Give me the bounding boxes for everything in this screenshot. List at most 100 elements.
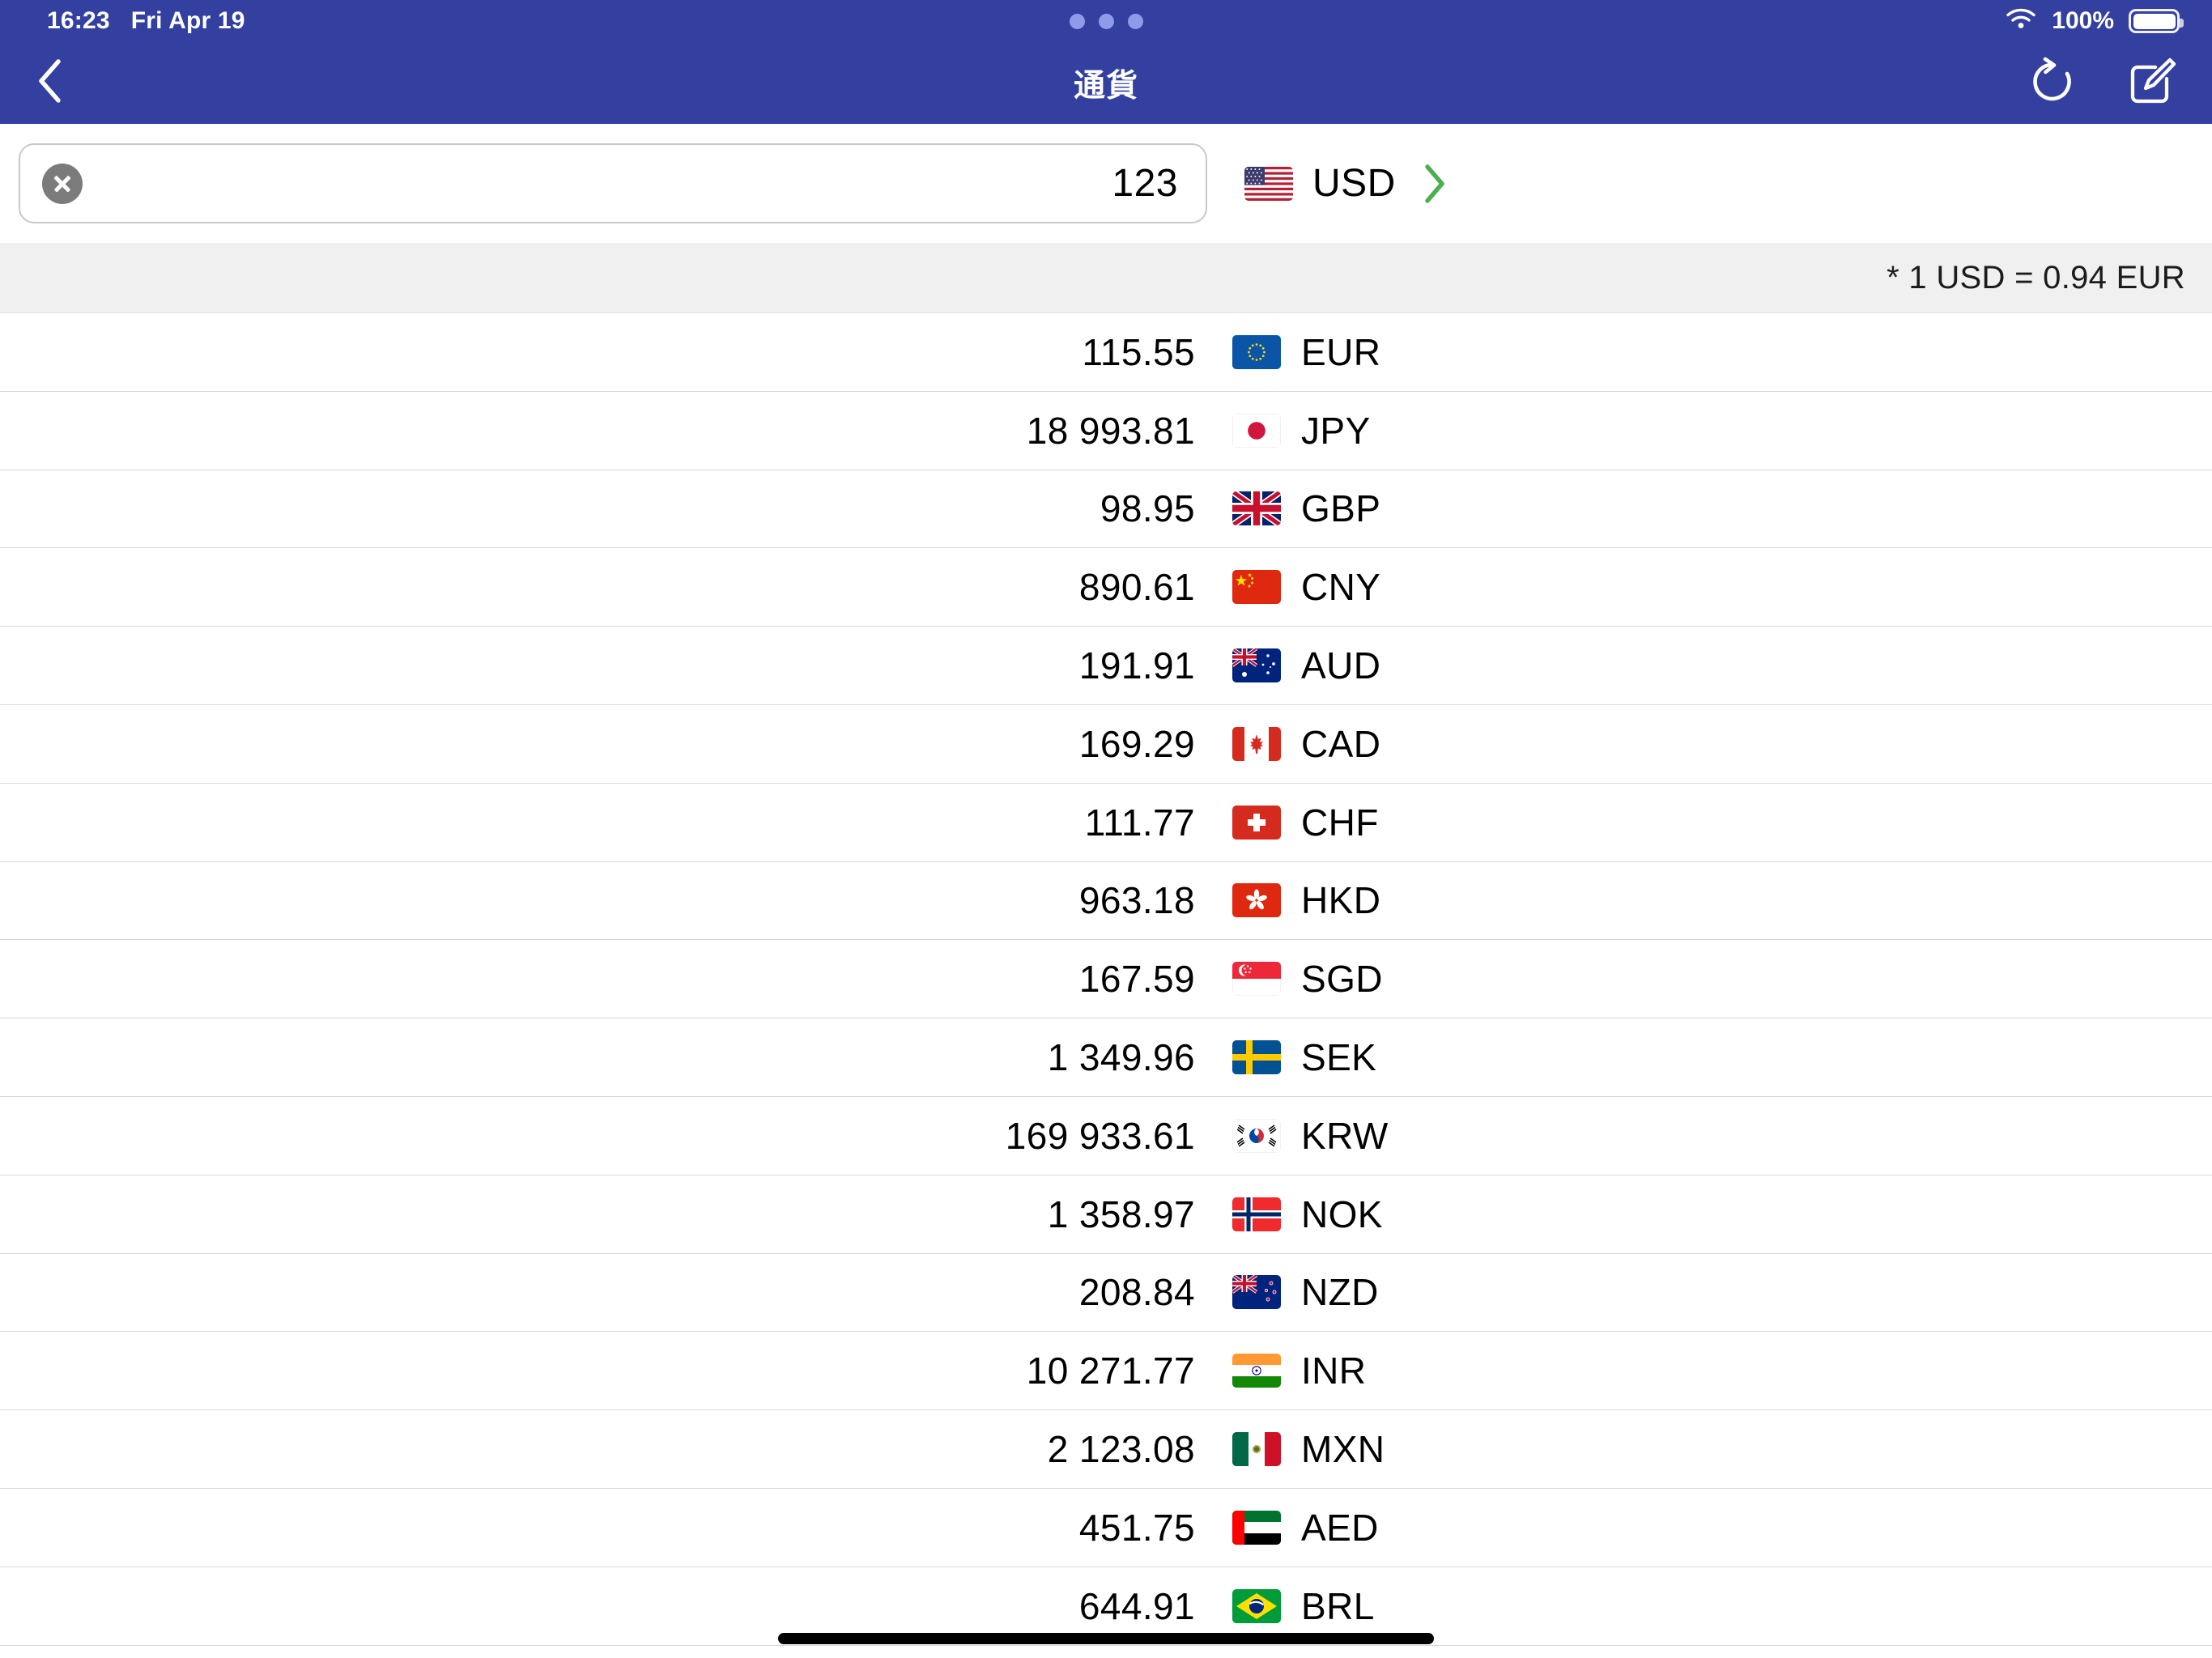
page-dot: [1128, 14, 1143, 29]
currency-row[interactable]: 1 358.97 NOK: [0, 1175, 2212, 1254]
flag-jp-icon: [1232, 414, 1281, 448]
currency-code: CAD: [1301, 722, 1380, 766]
currency-amount: 1 349.96: [0, 1035, 1195, 1079]
currency-amount: 890.61: [0, 565, 1195, 609]
page-title: 通貨: [0, 61, 2212, 106]
flag-ca-icon: [1232, 727, 1281, 761]
currency-amount: 451.75: [0, 1506, 1195, 1550]
battery-percent-label: 100%: [2052, 7, 2114, 35]
navigation-bar: 通貨: [0, 42, 2212, 124]
currency-code: SGD: [1301, 957, 1383, 1001]
base-currency-code: USD: [1312, 161, 1396, 206]
currency-row[interactable]: 115.55 EUR: [0, 313, 2212, 392]
exchange-rate-text: * 1 USD = 0.94 EUR: [1887, 260, 2185, 296]
currency-row[interactable]: 10 271.77 INR: [0, 1332, 2212, 1410]
currency-code: NOK: [1301, 1192, 1383, 1236]
currency-row[interactable]: 169.29 CAD: [0, 705, 2212, 784]
currency-row[interactable]: 169 933.61 KRW: [0, 1097, 2212, 1175]
currency-row[interactable]: 98.95 GBP: [0, 470, 2212, 549]
currency-row[interactable]: 1 349.96 SEK: [0, 1018, 2212, 1097]
currency-amount: 115.55: [0, 330, 1195, 374]
clear-circle-icon[interactable]: [42, 164, 83, 204]
currency-amount: 2 123.08: [0, 1427, 1195, 1471]
currency-code: BRL: [1301, 1584, 1375, 1628]
compose-icon: [2128, 56, 2178, 110]
flag-us-icon: [1244, 167, 1293, 201]
currency-row[interactable]: 191.91 AUD: [0, 627, 2212, 705]
currency-amount: 169 933.61: [0, 1114, 1195, 1158]
currency-list: 115.55 EUR 18 993.81 JPY 98.95 GBP 890.61 CNY 19…: [0, 313, 2212, 1646]
currency-row[interactable]: 890.61 CNY: [0, 548, 2212, 627]
currency-row[interactable]: 451.75 AED: [0, 1489, 2212, 1567]
currency-row[interactable]: 208.84NZD: [0, 1254, 2212, 1333]
status-time: 16:23: [47, 7, 110, 35]
currency-amount: 18 993.81: [0, 409, 1195, 453]
home-indicator: [778, 1633, 1434, 1644]
refresh-icon: [2029, 57, 2076, 109]
currency-code: HKD: [1301, 878, 1380, 922]
currency-code: EUR: [1301, 330, 1380, 374]
status-bar: 16:23 Fri Apr 19 100%: [0, 0, 2212, 42]
exchange-rate-bar: * 1 USD = 0.94 EUR: [0, 243, 2212, 313]
currency-code: INR: [1301, 1349, 1366, 1392]
currency-code: NZD: [1301, 1270, 1379, 1314]
status-bar-left: 16:23 Fri Apr 19: [47, 7, 245, 35]
currency-amount: 191.91: [0, 644, 1195, 687]
page-dots-indicator: [0, 0, 2212, 42]
currency-row[interactable]: 963.18 HKD: [0, 862, 2212, 941]
currency-amount: 167.59: [0, 957, 1195, 1001]
currency-amount: 98.95: [0, 487, 1195, 530]
page-dot: [1099, 14, 1114, 29]
base-currency-selector[interactable]: USD: [1244, 161, 1448, 206]
chevron-left-icon: [36, 57, 63, 108]
status-bar-right: 100%: [2005, 6, 2180, 36]
currency-amount: 169.29: [0, 722, 1195, 766]
currency-code: GBP: [1301, 487, 1380, 530]
battery-full-icon: [2129, 9, 2180, 33]
flag-no-icon: [1232, 1197, 1281, 1231]
compose-button[interactable]: [2128, 56, 2178, 110]
currency-row[interactable]: 167.59 SGD: [0, 940, 2212, 1018]
currency-amount: 1 358.97: [0, 1192, 1195, 1236]
flag-br-icon: [1232, 1589, 1281, 1623]
top-chrome: 16:23 Fri Apr 19 100%: [0, 0, 2212, 124]
currency-code: SEK: [1301, 1035, 1376, 1079]
currency-code: JPY: [1301, 409, 1371, 453]
currency-code: AED: [1301, 1506, 1379, 1550]
navigation-bar-actions: [2029, 56, 2178, 110]
currency-code: MXN: [1301, 1427, 1385, 1471]
flag-se-icon: [1232, 1040, 1281, 1074]
flag-ae-icon: [1232, 1511, 1281, 1545]
currency-amount: 111.77: [0, 801, 1195, 844]
currency-amount: 10 271.77: [0, 1349, 1195, 1392]
wifi-icon: [2005, 6, 2037, 36]
flag-hk-icon: [1232, 883, 1281, 917]
currency-code: CHF: [1301, 801, 1379, 844]
chevron-right-icon[interactable]: [1422, 163, 1448, 205]
flag-ch-icon: [1232, 806, 1281, 840]
flag-au-icon: [1232, 648, 1281, 682]
flag-nz-icon: [1232, 1275, 1281, 1309]
refresh-button[interactable]: [2029, 57, 2076, 109]
flag-sg-icon: [1232, 962, 1281, 996]
back-button[interactable]: [36, 57, 63, 108]
currency-code: CNY: [1301, 565, 1380, 609]
flag-mx-icon: [1232, 1432, 1281, 1466]
currency-row[interactable]: 2 123.08 MXN: [0, 1410, 2212, 1489]
amount-field[interactable]: 123: [19, 143, 1207, 223]
flag-kr-icon: [1232, 1119, 1281, 1153]
page-dot: [1070, 14, 1085, 29]
currency-amount: 644.91: [0, 1584, 1195, 1628]
status-date: Fri Apr 19: [131, 7, 245, 35]
currency-code: KRW: [1301, 1114, 1389, 1158]
currency-amount: 963.18: [0, 878, 1195, 922]
flag-gb-icon: [1232, 491, 1281, 525]
amount-input[interactable]: 123: [1112, 161, 1178, 206]
currency-code: AUD: [1301, 644, 1380, 687]
currency-row[interactable]: 18 993.81 JPY: [0, 392, 2212, 470]
amount-input-row: 123: [0, 124, 2212, 243]
currency-row[interactable]: 111.77 CHF: [0, 784, 2212, 862]
flag-eu-icon: [1232, 335, 1281, 369]
flag-in-icon: [1232, 1354, 1281, 1388]
flag-cn-icon: [1232, 570, 1281, 604]
